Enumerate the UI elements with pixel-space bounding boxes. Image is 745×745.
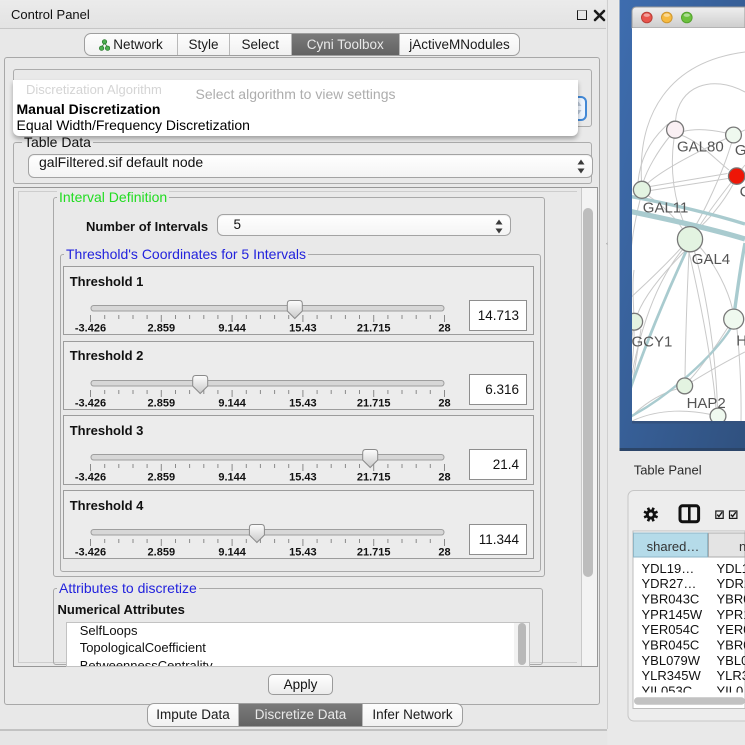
svg-text:YBL079W: YBL079W: [642, 653, 701, 668]
svg-text:2.859: 2.859: [147, 472, 175, 484]
svg-text:C: C: [740, 183, 745, 200]
svg-text:21.715: 21.715: [357, 323, 391, 335]
svg-text:YLR3: YLR3: [717, 668, 745, 683]
svg-text:28: 28: [438, 472, 450, 484]
svg-text:YDR27…: YDR27…: [642, 576, 697, 591]
svg-text:21.715: 21.715: [357, 547, 391, 559]
svg-text:2.859: 2.859: [147, 397, 175, 409]
svg-text:28: 28: [438, 323, 450, 335]
svg-text:15.43: 15.43: [289, 472, 317, 484]
svg-text:9.144: 9.144: [218, 397, 246, 409]
svg-text:2.859: 2.859: [147, 547, 175, 559]
svg-text:-3.426: -3.426: [75, 547, 106, 559]
svg-text:YPR1: YPR1: [717, 607, 745, 622]
svg-text:YBR0: YBR0: [717, 592, 745, 607]
svg-text:9.144: 9.144: [218, 323, 246, 335]
svg-text:HIS4: HIS4: [736, 332, 745, 349]
svg-text:28: 28: [438, 547, 450, 559]
svg-text:YBR045C: YBR045C: [642, 638, 700, 653]
svg-text:GAL4: GAL4: [692, 251, 730, 268]
svg-text:15.43: 15.43: [289, 323, 317, 335]
svg-text:GCY1: GCY1: [632, 334, 673, 351]
svg-text:YBR0: YBR0: [717, 638, 745, 653]
svg-text:15.43: 15.43: [289, 397, 317, 409]
svg-text:21.715: 21.715: [357, 472, 391, 484]
svg-text:YPR145W: YPR145W: [642, 607, 703, 622]
svg-text:9.144: 9.144: [218, 547, 246, 559]
svg-text:9.144: 9.144: [218, 472, 246, 484]
svg-text:YLR345W: YLR345W: [642, 668, 702, 683]
svg-text:YBR043C: YBR043C: [642, 592, 700, 607]
svg-text:GAL80: GAL80: [735, 142, 745, 159]
svg-text:YBL0: YBL0: [717, 653, 745, 668]
svg-text:shared…: shared…: [647, 539, 700, 554]
svg-text:2.859: 2.859: [147, 323, 175, 335]
svg-text:YER0: YER0: [717, 622, 745, 637]
svg-text:YDL1: YDL1: [717, 561, 745, 576]
svg-text:n: n: [739, 539, 745, 554]
svg-text:15.43: 15.43: [289, 547, 317, 559]
svg-text:Table Panel: Table Panel: [634, 462, 702, 477]
svg-text:GAL11: GAL11: [643, 199, 689, 216]
svg-text:GAL80: GAL80: [677, 138, 724, 155]
svg-text:YDR2: YDR2: [717, 576, 745, 591]
svg-text:YER054C: YER054C: [642, 622, 700, 637]
svg-text:21.715: 21.715: [357, 397, 391, 409]
svg-text:-3.426: -3.426: [75, 323, 106, 335]
svg-text:-3.426: -3.426: [75, 472, 106, 484]
svg-text:YDL19…: YDL19…: [642, 561, 695, 576]
svg-text:-3.426: -3.426: [75, 397, 106, 409]
svg-text:HAP2: HAP2: [687, 395, 726, 412]
svg-text:28: 28: [438, 397, 450, 409]
